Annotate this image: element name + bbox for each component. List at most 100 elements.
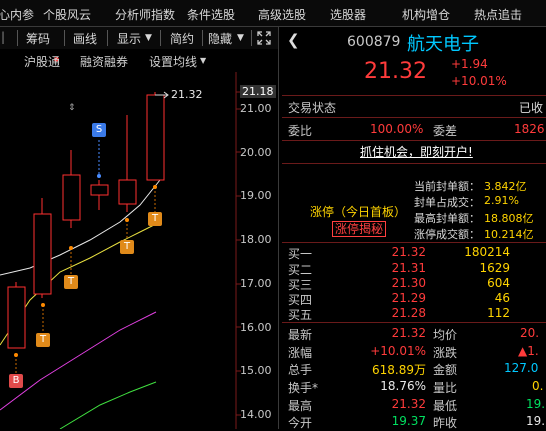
menu-item-institution[interactable]: 机构增仓 <box>402 6 450 23</box>
stat-value: 20. <box>520 326 540 340</box>
margin-trading-button[interactable]: 融资融券 <box>80 53 128 70</box>
cursor-indicator: ⇕ <box>68 103 76 113</box>
high-price-label: 21.32 <box>171 88 203 101</box>
limit-row-label: 涨停成交额： <box>414 228 480 241</box>
trade-status-value: 已收 <box>519 101 544 115</box>
stat-label: 最新 <box>288 328 313 342</box>
stat-label: 涨跌 <box>433 346 458 360</box>
weibi-label: 委比 <box>288 124 313 138</box>
display-dropdown-icon[interactable]: ▼ <box>145 33 152 43</box>
chip-button[interactable]: 筹码 <box>26 30 50 47</box>
signal-badge-t[interactable]: T <box>120 240 134 254</box>
toolbar-edge-marker: | <box>1 30 6 44</box>
stat-label: 最低 <box>433 399 458 413</box>
bid-price[interactable]: 21.32 <box>376 245 426 259</box>
weibi-value: 100.00% <box>370 122 424 136</box>
kline-chart[interactable]: ⇕ 21.18 21.00 20.00 19.00 18.00 17.00 16… <box>0 72 278 429</box>
ma-settings-button[interactable]: 设置均线 <box>149 53 197 70</box>
price-change: +1.94 <box>451 57 488 71</box>
menu-item-stock-news[interactable]: 个股风云 <box>43 6 91 23</box>
bid-price[interactable]: 21.30 <box>376 276 426 290</box>
chart-subtoolbar: 沪股通 融资融券 设置均线 ▼ <box>0 50 278 72</box>
menu-item-stock-selector[interactable]: 选股器 <box>330 6 366 23</box>
candle-3 <box>62 174 81 221</box>
signal-badge-s[interactable]: S <box>92 123 106 137</box>
hide-dropdown-icon[interactable]: ▼ <box>237 33 244 43</box>
expand-icon[interactable] <box>256 30 272 46</box>
bid-label: 买一 <box>288 247 313 261</box>
stat-value: +10.01% <box>370 344 426 358</box>
stat-value: ▲1. <box>518 344 539 358</box>
limit-row-value: 3.842亿 <box>484 180 527 193</box>
trade-status-label: 交易状态 <box>288 101 337 115</box>
stat-label: 最高 <box>288 399 313 413</box>
stat-label: 涨幅 <box>288 346 313 360</box>
axis-label: 15.00 <box>240 364 272 377</box>
draw-line-button[interactable]: 画线 <box>73 30 97 47</box>
ma-settings-dropdown-icon[interactable]: ▼ <box>200 56 206 65</box>
bid-volume: 46 <box>494 291 510 305</box>
axis-label: 17.00 <box>240 277 272 290</box>
signal-badge-t[interactable]: T <box>148 212 162 226</box>
panel-divider[interactable] <box>278 27 279 429</box>
stat-label: 今开 <box>288 416 313 430</box>
bid-volume: 1629 <box>479 261 510 275</box>
last-price: 21.32 <box>364 59 427 84</box>
menu-item-neican[interactable]: 心内参 <box>0 6 34 23</box>
signal-badge-t[interactable]: T <box>36 333 50 347</box>
stock-name[interactable]: 航天电子 <box>407 30 479 56</box>
limit-row-value: 10.214亿 <box>484 228 534 241</box>
price-change-pct: +10.01% <box>451 74 507 88</box>
bid-price[interactable]: 21.29 <box>376 291 426 305</box>
bid-volume: 180214 <box>464 245 510 259</box>
stat-value: 127.0 <box>504 361 539 375</box>
open-account-link[interactable]: 抓住机会，即刻开户! <box>360 143 473 160</box>
candle-2 <box>33 213 52 295</box>
weicha-label: 委差 <box>433 124 458 138</box>
hide-button[interactable]: 隐藏 <box>208 30 232 47</box>
menu-item-hotspot[interactable]: 热点追击 <box>474 6 522 23</box>
signal-badge-t[interactable]: T <box>64 275 78 289</box>
candle-4 <box>90 184 109 196</box>
menu-item-condition-select[interactable]: 条件选股 <box>187 6 235 23</box>
axis-label: 14.00 <box>240 408 272 421</box>
limit-row-label: 封单占成交： <box>414 196 480 209</box>
display-button[interactable]: 显示 <box>117 30 141 47</box>
limit-row-label: 当前封单额： <box>414 180 480 193</box>
top-menu-bar: 心内参 个股风云 分析师指数 条件选股 高级选股 选股器 机构增仓 热点追击 <box>0 0 546 27</box>
axis-label: 16.00 <box>240 321 272 334</box>
stat-value: 19.37 <box>391 414 426 428</box>
candle-6 <box>146 94 165 181</box>
stat-value: 618.89万 <box>372 363 426 377</box>
stat-label: 金额 <box>433 363 458 377</box>
bid-volume: 604 <box>487 276 510 290</box>
limit-row-value: 18.808亿 <box>484 212 534 225</box>
weicha-value: 1826 <box>514 122 545 136</box>
menu-item-analyst-index[interactable]: 分析师指数 <box>115 6 175 23</box>
collapse-chevron-icon[interactable]: ❮ <box>287 31 300 49</box>
limit-row-value: 2.91% <box>484 194 519 207</box>
bid-price[interactable]: 21.31 <box>376 261 426 275</box>
limit-row-label: 最高封单额： <box>414 212 480 225</box>
axis-label: 21.00 <box>240 102 272 115</box>
stat-label: 昨收 <box>433 416 458 430</box>
stat-value: 21.32 <box>391 397 426 411</box>
stat-value: 0. <box>532 379 544 393</box>
menu-item-advanced-select[interactable]: 高级选股 <box>258 6 306 23</box>
limit-up-title: 涨停（今日首板） <box>310 205 407 219</box>
simple-mode-button[interactable]: 简约 <box>170 30 194 47</box>
hgt-button[interactable]: 沪股通 <box>24 53 60 70</box>
bid-price[interactable]: 21.28 <box>376 306 426 320</box>
stat-label: 均价 <box>433 328 458 342</box>
stat-value: 18.76% <box>380 379 426 393</box>
axis-label-current: 21.18 <box>240 85 276 98</box>
signal-badge-b[interactable]: B <box>9 374 23 388</box>
stat-label: 量比 <box>433 381 458 395</box>
chart-toolbar: | 筹码 画线 显示 ▼ 简约 隐藏 ▼ <box>0 27 278 62</box>
axis-label: 20.00 <box>240 146 272 159</box>
ma-line-green <box>59 381 157 429</box>
limit-up-reveal-button[interactable]: 涨停揭秘 <box>332 221 387 237</box>
stat-label: 总手 <box>288 363 313 377</box>
axis-label: 19.00 <box>240 189 272 202</box>
bid-volume: 112 <box>487 306 510 320</box>
